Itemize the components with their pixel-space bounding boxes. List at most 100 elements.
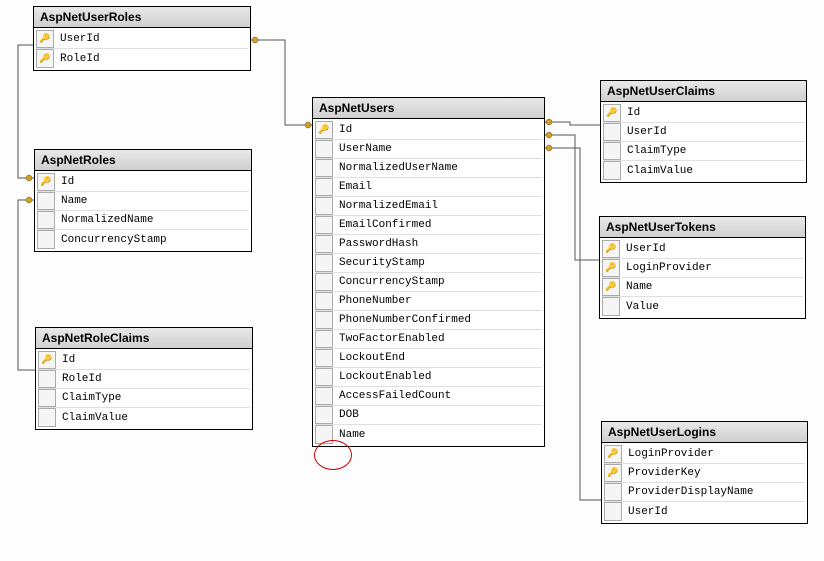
column-row[interactable]: Email [315,178,542,197]
column-icon [315,273,333,291]
column-icon [315,387,333,405]
entity-body: 🔑LoginProvider🔑ProviderKey ProviderDispla… [602,443,807,523]
entity-AspNetUserClaims[interactable]: AspNetUserClaims 🔑Id UserId ClaimTypeClaimV… [600,80,807,183]
column-row[interactable]: 🔑Name [602,278,803,297]
column-row[interactable]: RoleId [38,370,250,389]
entity-title: AspNetUserClaims [601,81,806,102]
column-row[interactable]: LockoutEnd [315,349,542,368]
column-name: UserId [625,126,804,138]
column-row[interactable]: 🔑LoginProvider [604,445,805,464]
column-row[interactable]: 🔑Id [37,173,249,192]
column-row[interactable]: PasswordHash [315,235,542,254]
column-icon [315,178,333,196]
column-row[interactable]: DOB [315,406,542,425]
column-row[interactable]: 🔑 Id [315,121,542,140]
column-row[interactable]: EmailConfirmed [315,216,542,235]
primary-key-icon: 🔑 [36,49,54,68]
column-row[interactable]: 🔑UserId [36,30,248,49]
column-icon [38,370,56,388]
column-row[interactable]: PhoneNumber [315,292,542,311]
column-row[interactable]: ConcurrencyStamp [37,230,249,249]
column-icon [315,159,333,177]
entity-body: 🔑UserId🔑 RoleId [34,28,250,70]
entity-body: 🔑 Id UserName NormalizedUserName Email Normal… [313,119,544,446]
column-name: LoginProvider [624,262,803,274]
column-icon [38,389,56,407]
primary-key-icon: 🔑 [604,445,622,463]
primary-key-icon: 🔑 [36,30,54,48]
column-name: RoleId [60,373,250,385]
key-icon: 🔑 [318,125,329,135]
column-icon [604,502,622,521]
column-row[interactable]: AccessFailedCount [315,387,542,406]
primary-key-icon: 🔑 [604,464,622,482]
key-icon: 🔑 [39,34,50,44]
primary-key-icon: 🔑 [37,173,55,191]
column-row[interactable]: UserId [603,123,804,142]
column-icon [603,142,621,160]
entity-AspNetRoleClaims[interactable]: AspNetRoleClaims🔑IdRoleIdClaimTypeClaimV… [35,327,253,430]
column-name: NormalizedUserName [337,162,542,174]
column-row[interactable]: UserName [315,140,542,159]
column-row[interactable]: PhoneNumberConfirmed [315,311,542,330]
column-row[interactable]: Name [315,425,542,444]
column-name: TwoFactorEnabled [337,333,542,345]
column-row[interactable]: ClaimType [38,389,250,408]
column-row[interactable]: ConcurrencyStamp [315,273,542,292]
column-name: Email [337,181,542,193]
entity-body: 🔑 Id RoleId ClaimType ClaimValue [36,349,252,429]
column-name: LockoutEnd [337,352,542,364]
column-row[interactable]: NormalizedEmail [315,197,542,216]
entity-AspNetRoles[interactable]: AspNetRoles🔑IdNameNormalizedNameConcurre… [34,149,252,252]
column-name: RoleId [58,53,248,65]
column-row[interactable]: ClaimType [603,142,804,161]
column-name: UserId [626,506,805,518]
column-row[interactable]: 🔑 LoginProvider [602,259,803,278]
column-name: Value [624,301,803,313]
column-name: LockoutEnabled [337,371,542,383]
column-name: Id [337,124,542,136]
column-row[interactable]: ClaimValue [38,408,250,427]
column-name: Id [60,354,250,366]
column-name: UserName [337,143,542,155]
column-row[interactable]: ClaimValue [603,161,804,180]
column-name: PhoneNumber [337,295,542,307]
column-name: Name [337,429,542,441]
column-row[interactable]: 🔑ProviderKey [604,464,805,483]
column-icon [37,211,55,229]
key-icon: 🔑 [607,468,618,478]
column-icon [604,483,622,501]
column-row[interactable]: 🔑Id [603,104,804,123]
column-row[interactable]: TwoFactorEnabled [315,330,542,349]
column-icon [315,425,333,444]
entity-AspNetUserTokens[interactable]: AspNetUserTokens🔑UserId🔑LoginProvider🔑Na… [599,216,806,319]
column-icon [603,123,621,141]
column-row[interactable]: UserId [604,502,805,521]
column-name: ConcurrencyStamp [59,234,249,246]
column-icon [315,292,333,310]
column-row[interactable]: 🔑 RoleId [36,49,248,68]
column-name: DOB [337,409,542,421]
key-icon: 🔑 [41,355,52,365]
key-icon: 🔑 [605,263,616,273]
column-icon [315,254,333,272]
column-name: ClaimValue [60,412,250,424]
column-row[interactable]: 🔑UserId [602,240,803,259]
column-row[interactable]: ProviderDisplayName [604,483,805,502]
entity-AspNetUserLogins[interactable]: AspNetUserLogins🔑LoginProvider🔑ProviderK… [601,421,808,524]
column-row[interactable]: NormalizedUserName [315,159,542,178]
column-icon [315,330,333,348]
primary-key-icon: 🔑 [602,278,620,296]
column-row[interactable]: LockoutEnabled [315,368,542,387]
entity-AspNetUsers[interactable]: AspNetUsers🔑IdUserNameNormalizedUserName… [312,97,545,447]
column-row[interactable]: 🔑 Id [38,351,250,370]
column-name: Id [625,107,804,119]
column-icon [315,197,333,215]
entity-AspNetUserRoles[interactable]: AspNetUserRoles🔑UserId🔑RoleId [33,6,251,71]
primary-key-icon: 🔑 [602,259,620,277]
column-row[interactable]: NormalizedName [37,211,249,230]
column-row[interactable]: Name [37,192,249,211]
column-row[interactable]: SecurityStamp [315,254,542,273]
column-row[interactable]: Value [602,297,803,316]
column-name: ProviderDisplayName [626,486,805,498]
